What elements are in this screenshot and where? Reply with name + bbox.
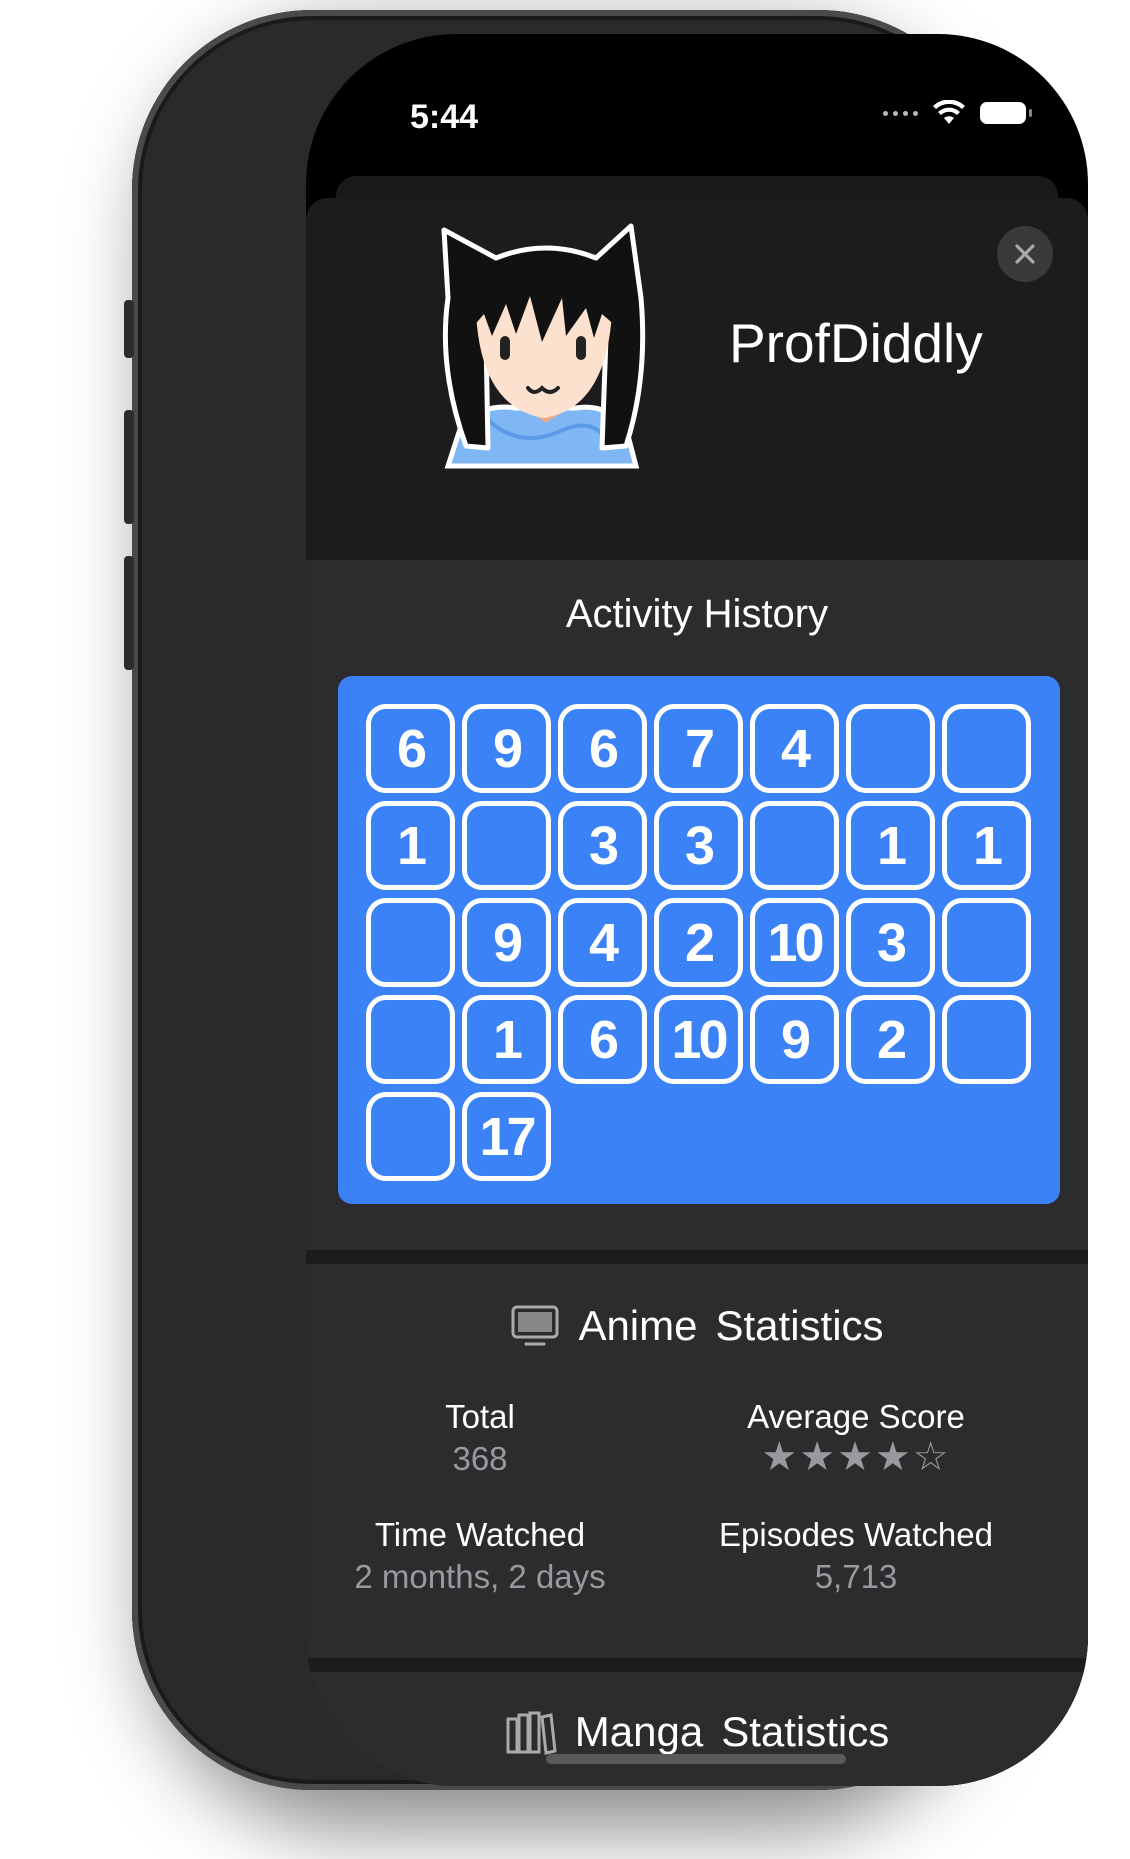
activity-cell[interactable] <box>942 995 1031 1084</box>
activity-cell[interactable]: 1 <box>942 801 1031 890</box>
time-watched-value: 2 months, 2 days <box>354 1558 606 1595</box>
total-value: 368 <box>452 1440 508 1477</box>
activity-cell[interactable]: 2 <box>654 898 743 987</box>
anime-title-word1: Anime <box>578 1302 698 1349</box>
activity-history-section: Activity History 6 9 6 7 4 1 3 3 1 1 9 4 2 10 3 1 6 10 9 2 1… <box>306 560 1088 1250</box>
activity-cell[interactable]: 10 <box>750 898 839 987</box>
manga-statistics-header: Manga Statistics <box>306 1708 1088 1756</box>
total-stat: Total 368 <box>310 1398 650 1478</box>
mute-switch <box>124 300 134 358</box>
activity-cell[interactable]: 6 <box>558 704 647 793</box>
volume-down-button <box>124 556 134 670</box>
section-divider <box>306 1250 1088 1264</box>
activity-cell[interactable]: 6 <box>558 995 647 1084</box>
activity-cell[interactable] <box>462 801 551 890</box>
episodes-watched-stat: Episodes Watched 5,713 <box>686 1516 1026 1596</box>
total-label: Total <box>445 1398 515 1435</box>
manga-title-word1: Manga <box>574 1708 704 1755</box>
home-indicator[interactable] <box>546 1754 846 1764</box>
activity-cell[interactable]: 3 <box>846 898 935 987</box>
status-bar: 5:44 <box>306 34 1088 174</box>
episodes-watched-label: Episodes Watched <box>719 1516 993 1553</box>
phone-frame: 5:44 ProfDiddly Activity History 6 9 6 7… <box>124 10 1088 1790</box>
activity-cell[interactable]: 3 <box>558 801 647 890</box>
activity-cell[interactable]: 9 <box>750 995 839 1084</box>
anime-statistics-header: Anime Statistics <box>306 1302 1088 1350</box>
activity-cell[interactable]: 6 <box>366 704 455 793</box>
avatar <box>441 223 646 469</box>
activity-cell[interactable] <box>366 995 455 1084</box>
close-button[interactable] <box>997 226 1053 282</box>
average-score-label: Average Score <box>747 1398 965 1435</box>
activity-grid-panel: 6 9 6 7 4 1 3 3 1 1 9 4 2 10 3 1 6 10 9 2 17 <box>338 676 1060 1204</box>
username: ProfDiddly <box>729 312 983 374</box>
activity-cell[interactable]: 4 <box>750 704 839 793</box>
episodes-watched-value: 5,713 <box>814 1558 898 1595</box>
activity-cell[interactable]: 17 <box>462 1092 551 1181</box>
star-rating: ★★★★☆ <box>761 1435 951 1479</box>
section-divider <box>306 1658 1088 1672</box>
books-icon <box>506 1711 557 1755</box>
screen: 5:44 ProfDiddly Activity History 6 9 6 7… <box>306 34 1088 1786</box>
battery-icon <box>980 102 1032 124</box>
activity-cell[interactable] <box>942 704 1031 793</box>
activity-cell[interactable] <box>366 1092 455 1181</box>
activity-cell[interactable]: 9 <box>462 704 551 793</box>
activity-cell[interactable]: 1 <box>462 995 551 1084</box>
activity-grid: 6 9 6 7 4 1 3 3 1 1 9 4 2 10 3 1 6 10 9 2 17 <box>366 704 1031 1181</box>
activity-cell[interactable]: 2 <box>846 995 935 1084</box>
activity-cell[interactable]: 4 <box>558 898 647 987</box>
profile-header: ProfDiddly <box>306 198 1088 558</box>
activity-cell[interactable]: 1 <box>846 801 935 890</box>
manga-statistics-section: Manga Statistics <box>306 1672 1088 1786</box>
average-score-stat: Average Score ★★★★☆ <box>686 1398 1026 1480</box>
activity-cell[interactable] <box>846 704 935 793</box>
activity-history-title: Activity History <box>565 592 829 636</box>
activity-cell[interactable] <box>366 898 455 987</box>
signal-dots-icon <box>883 110 918 116</box>
profile-sheet[interactable]: ProfDiddly Activity History 696741331194… <box>306 198 1088 1786</box>
activity-cell[interactable] <box>750 801 839 890</box>
close-icon <box>1015 244 1035 264</box>
activity-cell[interactable]: 3 <box>654 801 743 890</box>
activity-cell[interactable]: 7 <box>654 704 743 793</box>
time-watched-label: Time Watched <box>374 1516 586 1553</box>
activity-cell[interactable]: 1 <box>366 801 455 890</box>
anime-statistics-section: Anime Statistics Total 368 Average Score… <box>306 1264 1088 1658</box>
anime-title-word2: Statistics <box>715 1302 884 1349</box>
activity-cell[interactable]: 10 <box>654 995 743 1084</box>
wifi-icon <box>933 100 965 124</box>
time-watched-stat: Time Watched 2 months, 2 days <box>310 1516 650 1596</box>
manga-title-word2: Statistics <box>721 1708 890 1755</box>
status-time: 5:44 <box>410 98 479 136</box>
activity-cell[interactable]: 9 <box>462 898 551 987</box>
volume-up-button <box>124 410 134 524</box>
tv-icon <box>511 1305 559 1346</box>
activity-cell[interactable] <box>942 898 1031 987</box>
